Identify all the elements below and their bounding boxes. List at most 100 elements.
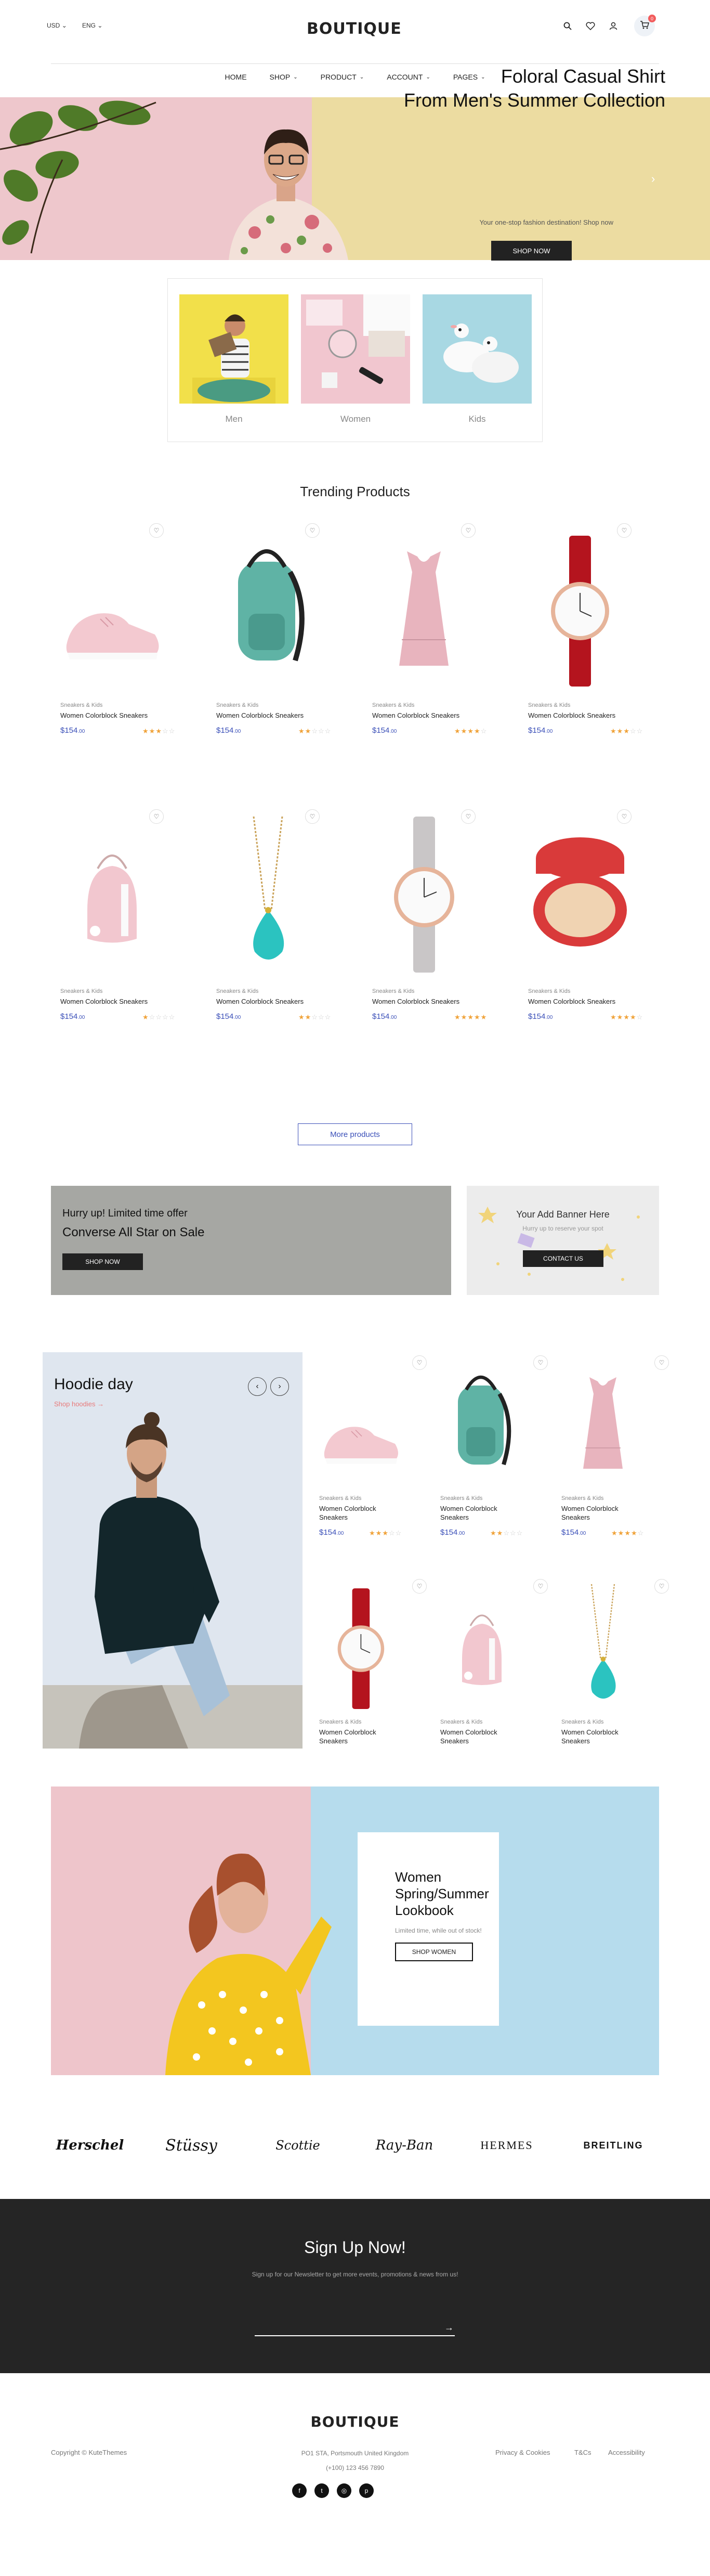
contact-us-button[interactable]: CONTACT US — [523, 1250, 603, 1267]
category-men-image[interactable] — [179, 294, 288, 404]
product-card[interactable]: ♡ Sneakers & Kids Women Colorblock Sneaker… — [363, 806, 487, 1045]
product-name[interactable]: Women Colorblock Sneakers — [319, 1728, 397, 1745]
user-icon[interactable] — [608, 21, 619, 31]
product-image[interactable] — [363, 806, 485, 983]
product-name[interactable]: Women Colorblock Sneakers — [216, 998, 304, 1005]
product-name[interactable]: Women Colorblock Sneakers — [561, 1504, 639, 1522]
product-name[interactable]: Women Colorblock Sneakers — [216, 711, 304, 719]
heart-icon[interactable]: ♡ — [149, 809, 164, 824]
category-women-image[interactable] — [301, 294, 410, 404]
product-card[interactable]: ♡ Sneakers & Kids Women Colorblock Sneaker… — [363, 520, 487, 759]
product-image[interactable] — [312, 1576, 434, 1716]
nav-item-shop[interactable]: SHOP ⌄ — [258, 73, 309, 81]
product-card[interactable]: ♡ Sneakers & Kids Women Colorblock Sneaker… — [519, 806, 642, 1045]
heart-icon[interactable]: ♡ — [305, 523, 320, 538]
product-image[interactable] — [312, 1352, 434, 1493]
category-women-label[interactable]: Women — [301, 414, 410, 424]
product-image[interactable] — [433, 1352, 555, 1493]
product-card[interactable]: ♡ Sneakers & Kids Women Colorblock Sneaker… — [51, 806, 175, 1045]
sale-shop-now-button[interactable]: SHOP NOW — [62, 1253, 143, 1270]
product-card[interactable]: ♡ Sneakers & Kids Women Colorblock Sneaker… — [433, 1576, 555, 1774]
email-input[interactable] — [255, 2319, 455, 2336]
product-card[interactable]: ♡ Sneakers & Kids Women Colorblock Sneaker… — [312, 1352, 434, 1550]
product-image[interactable] — [51, 806, 173, 983]
shop-hoodies-link[interactable]: Shop hoodies → — [54, 1400, 104, 1408]
search-icon[interactable] — [562, 21, 573, 31]
shop-women-button[interactable]: SHOP WOMEN — [395, 1943, 473, 1961]
category-kids-label[interactable]: Kids — [423, 414, 532, 424]
facebook-icon[interactable]: f — [292, 2483, 307, 2498]
heart-icon[interactable]: ♡ — [533, 1579, 548, 1594]
wishlist-icon[interactable] — [585, 21, 596, 31]
heart-icon[interactable]: ♡ — [412, 1579, 427, 1594]
product-image[interactable] — [207, 806, 329, 983]
heart-icon[interactable]: ♡ — [149, 523, 164, 538]
lookbook-model-image — [165, 1854, 332, 2075]
brand-stussy-logo[interactable]: Stüssy — [155, 2132, 228, 2158]
nav-item-home[interactable]: HOME — [214, 73, 258, 81]
product-image[interactable] — [519, 806, 641, 983]
product-name[interactable]: Women Colorblock Sneakers — [60, 711, 148, 719]
product-card[interactable]: ♡ Sneakers & Kids Women Colorblock Sneaker… — [207, 520, 331, 759]
prev-arrow-icon[interactable]: ‹ — [248, 1377, 267, 1396]
brand-hermes-logo[interactable]: HERMES — [468, 2132, 546, 2158]
product-name[interactable]: Women Colorblock Sneakers — [528, 998, 615, 1005]
category-kids-image[interactable] — [423, 294, 532, 404]
brand-breitling-logo[interactable]: BREITLING — [572, 2132, 655, 2158]
instagram-icon[interactable]: ◎ — [337, 2483, 351, 2498]
star-empty-icon: ☆ — [311, 1013, 318, 1021]
next-arrow-icon[interactable]: › — [270, 1377, 289, 1396]
product-card[interactable]: ♡ Sneakers & Kids Women Colorblock Sneaker… — [554, 1576, 676, 1774]
heart-icon[interactable]: ♡ — [654, 1355, 669, 1370]
heart-icon[interactable]: ♡ — [654, 1579, 669, 1594]
heart-icon[interactable]: ♡ — [533, 1355, 548, 1370]
product-image[interactable] — [554, 1576, 676, 1716]
brand-rayban-logo[interactable]: Ray-Ban — [368, 2132, 441, 2158]
heart-icon[interactable]: ♡ — [617, 523, 632, 538]
footer-link-terms[interactable]: T&Cs — [574, 2449, 591, 2456]
product-card[interactable]: ♡ Sneakers & Kids Women Colorblock Sneaker… — [554, 1352, 676, 1550]
product-image[interactable] — [363, 520, 485, 697]
product-card[interactable]: ♡ Sneakers & Kids Women Colorblock Sneaker… — [312, 1576, 434, 1774]
product-card[interactable]: ♡ Sneakers & Kids Women Colorblock Sneaker… — [51, 520, 175, 759]
language-selector[interactable]: ENG ⌄ — [82, 22, 102, 29]
heart-icon[interactable]: ♡ — [305, 809, 320, 824]
product-image[interactable] — [554, 1352, 676, 1493]
brand-herschel-logo[interactable]: Herschel — [51, 2132, 129, 2158]
hero-shop-now-button[interactable]: SHOP NOW — [491, 241, 572, 261]
product-name[interactable]: Women Colorblock Sneakers — [372, 998, 459, 1005]
footer-link-accessibility[interactable]: Accessibility — [608, 2449, 645, 2456]
arrow-right-icon[interactable]: → — [444, 2322, 454, 2333]
product-name[interactable]: Women Colorblock Sneakers — [440, 1504, 518, 1522]
hero-next-arrow-icon[interactable]: › — [651, 172, 655, 186]
product-name[interactable]: Women Colorblock Sneakers — [440, 1728, 518, 1745]
product-name[interactable]: Women Colorblock Sneakers — [372, 711, 459, 719]
product-name[interactable]: Women Colorblock Sneakers — [561, 1728, 639, 1745]
product-name[interactable]: Women Colorblock Sneakers — [528, 711, 615, 719]
more-products-button[interactable]: More products — [298, 1123, 412, 1145]
site-logo[interactable]: BOUTIQUE — [307, 20, 402, 38]
product-image[interactable] — [519, 520, 641, 697]
product-card[interactable]: ♡ Sneakers & Kids Women Colorblock Sneaker… — [433, 1352, 555, 1550]
product-image[interactable] — [207, 520, 329, 697]
cart-button[interactable]: 0 — [634, 15, 656, 36]
twitter-icon[interactable]: t — [314, 2483, 329, 2498]
category-men-label[interactable]: Men — [179, 414, 288, 424]
product-card[interactable]: ♡ Sneakers & Kids Women Colorblock Sneaker… — [207, 806, 331, 1045]
product-image[interactable] — [433, 1576, 555, 1716]
heart-icon[interactable]: ♡ — [412, 1355, 427, 1370]
heart-icon[interactable]: ♡ — [617, 809, 632, 824]
heart-icon[interactable]: ♡ — [461, 523, 476, 538]
brand-scottie-logo[interactable]: Scottie — [264, 2132, 332, 2158]
product-card[interactable]: ♡ Sneakers & Kids Women Colorblock Sneaker… — [519, 520, 642, 759]
product-image[interactable] — [51, 520, 173, 697]
footer-logo[interactable]: BOUTIQUE — [294, 2413, 416, 2430]
star-empty-icon: ☆ — [311, 727, 318, 735]
pinterest-icon[interactable]: p — [359, 2483, 374, 2498]
nav-item-product[interactable]: PRODUCT ⌄ — [309, 73, 376, 81]
heart-icon[interactable]: ♡ — [461, 809, 476, 824]
product-name[interactable]: Women Colorblock Sneakers — [319, 1504, 397, 1522]
footer-link-privacy[interactable]: Privacy & Cookies — [495, 2449, 550, 2456]
product-name[interactable]: Women Colorblock Sneakers — [60, 998, 148, 1005]
currency-selector[interactable]: USD ⌄ — [47, 22, 67, 29]
